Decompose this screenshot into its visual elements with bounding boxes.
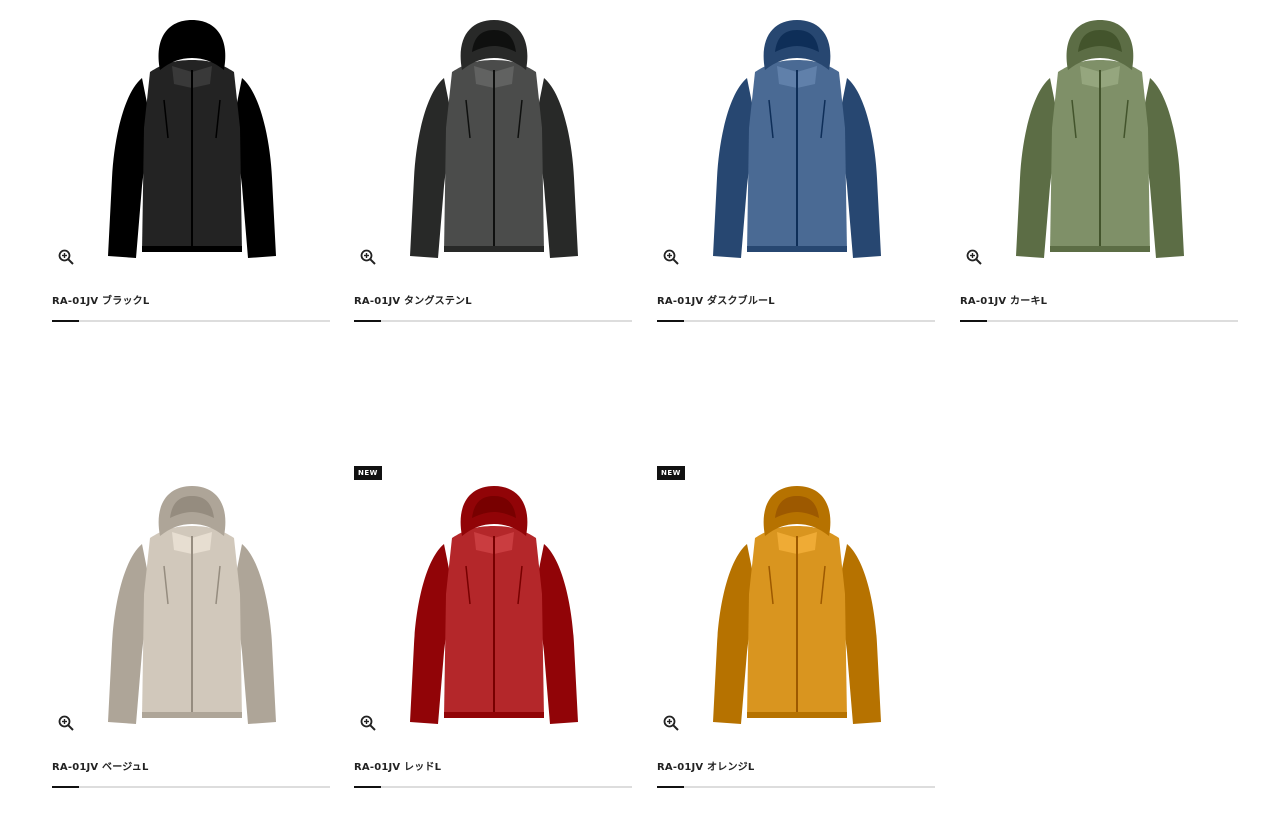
zoom-in-icon[interactable] (57, 248, 75, 266)
jacket-hem (747, 712, 847, 718)
divider (354, 320, 632, 322)
jacket-hem (142, 246, 242, 252)
product-image-link[interactable] (52, 0, 332, 262)
zoom-in-icon[interactable] (965, 248, 983, 266)
jacket-hem (1050, 246, 1150, 252)
divider-accent (354, 786, 381, 788)
jacket-image (1016, 20, 1184, 258)
zoom-in-icon[interactable] (662, 248, 680, 266)
zoom-in-icon[interactable] (359, 714, 377, 732)
product-name[interactable]: RA-01JV レッドL (354, 758, 441, 773)
divider (657, 786, 935, 788)
jacket-image (410, 486, 578, 724)
zoom-in-icon[interactable] (662, 714, 680, 732)
divider (960, 320, 1238, 322)
jacket-hem (747, 246, 847, 252)
product-image-link[interactable] (657, 466, 937, 728)
divider (52, 320, 330, 322)
product-card: NEW RA-01JV オレンジL (657, 466, 937, 796)
jacket-image (713, 20, 881, 258)
product-image-link[interactable] (52, 466, 332, 728)
product-name[interactable]: RA-01JV ダスクブルーL (657, 292, 775, 307)
zoom-in-icon[interactable] (57, 714, 75, 732)
jacket-image (108, 20, 276, 258)
product-card: RA-01JV カーキL (960, 0, 1240, 330)
divider-accent (52, 320, 79, 322)
jacket-hem (444, 246, 544, 252)
product-name[interactable]: RA-01JV ブラックL (52, 292, 149, 307)
product-image-link[interactable] (657, 0, 937, 262)
product-card: NEW RA-01JV レッドL (354, 466, 634, 796)
divider (354, 786, 632, 788)
divider-accent (52, 786, 79, 788)
product-grid: RA-01JV ブラックL RA-01JV タングステンL RA-01JV ダス… (0, 0, 1280, 817)
product-name[interactable]: RA-01JV タングステンL (354, 292, 472, 307)
jacket-image (410, 20, 578, 258)
divider-accent (657, 320, 684, 322)
jacket-image (713, 486, 881, 724)
jacket-hem (444, 712, 544, 718)
product-image-link[interactable] (960, 0, 1240, 262)
divider-accent (354, 320, 381, 322)
product-card: RA-01JV ダスクブルーL (657, 0, 937, 330)
product-card: RA-01JV ブラックL (52, 0, 332, 330)
zoom-in-icon[interactable] (359, 248, 377, 266)
product-name[interactable]: RA-01JV オレンジL (657, 758, 754, 773)
product-name[interactable]: RA-01JV カーキL (960, 292, 1047, 307)
new-badge: NEW (657, 466, 685, 480)
product-image-link[interactable] (354, 0, 634, 262)
jacket-image (108, 486, 276, 724)
jacket-hem (142, 712, 242, 718)
product-card: RA-01JV ベージュL (52, 466, 332, 796)
divider (52, 786, 330, 788)
divider (657, 320, 935, 322)
new-badge: NEW (354, 466, 382, 480)
divider-accent (657, 786, 684, 788)
product-image-link[interactable] (354, 466, 634, 728)
divider-accent (960, 320, 987, 322)
product-card: RA-01JV タングステンL (354, 0, 634, 330)
product-name[interactable]: RA-01JV ベージュL (52, 758, 149, 773)
